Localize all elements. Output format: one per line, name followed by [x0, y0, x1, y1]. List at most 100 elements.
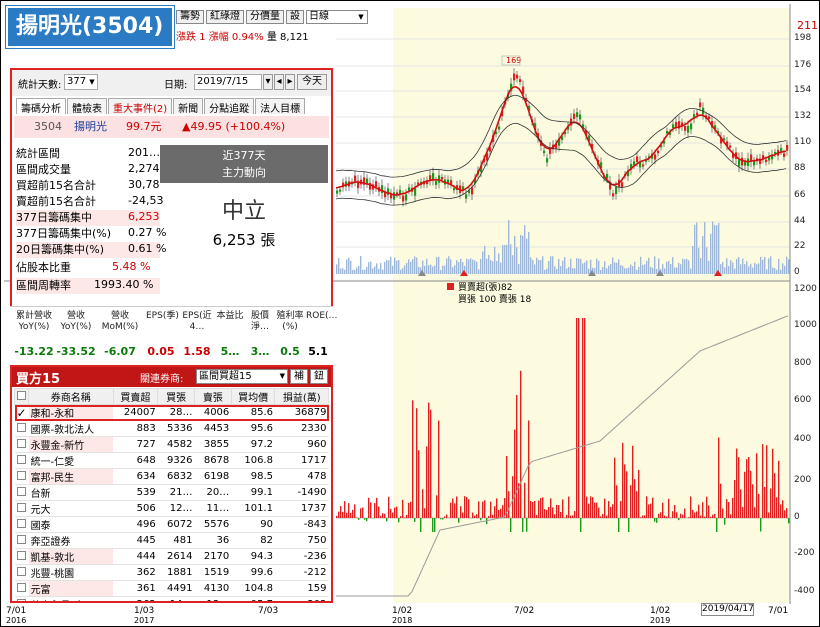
next-icon[interactable]: ▸ [285, 74, 295, 90]
chip-button[interactable]: 籌勢 [176, 10, 204, 24]
checkbox[interactable] [17, 470, 27, 480]
prev-icon[interactable]: ◂ [274, 74, 284, 90]
table-row[interactable]: ✓ 康和-永和 24007 28… 4006 85.6 36879 [14, 404, 329, 421]
col-avg[interactable]: 買均價 [230, 388, 276, 405]
candle-body [687, 125, 690, 133]
row-checkbox[interactable] [14, 564, 29, 581]
tab-institutional-target[interactable]: 法人目標 [255, 98, 306, 115]
row-checkbox[interactable] [14, 516, 29, 533]
net-bar [350, 512, 352, 518]
table-row[interactable]: 元大 506 12… 11… 101.1 1737 [14, 500, 329, 517]
volume-bar [480, 258, 482, 274]
table-row[interactable]: 兆豐-桃園 362 1881 1519 99.6 -212 [14, 564, 329, 581]
net-bar [344, 501, 346, 518]
cell-value: 97.2 [231, 436, 275, 453]
net-bar [766, 445, 768, 518]
table-row[interactable]: 國票-敦北法人 883 5336 4453 95.6 2330 [14, 420, 329, 437]
checkbox[interactable] [17, 486, 27, 496]
checkbox[interactable] [17, 550, 27, 560]
col-sell[interactable]: 賣張 [194, 388, 232, 405]
checkbox[interactable] [17, 422, 27, 432]
row-checkbox[interactable] [14, 580, 29, 597]
financial-value: 0.05 [147, 345, 175, 358]
cell-value: 5576 [194, 516, 232, 533]
checkbox[interactable] [17, 390, 27, 400]
net-bar [670, 517, 672, 518]
supplement-button[interactable]: 補 [290, 369, 308, 384]
x-year: 2017 [134, 616, 155, 625]
col-net[interactable]: 買賣超 [112, 388, 159, 405]
volume-bar [442, 265, 444, 274]
chevron-down-icon[interactable]: ▾ [263, 74, 273, 90]
x-tick: 7/01 [768, 606, 789, 616]
row-checkbox[interactable] [14, 532, 29, 549]
tab-health-check[interactable]: 體檢表 [67, 98, 107, 115]
volume-bar [532, 259, 534, 274]
checkbox[interactable] [17, 438, 27, 448]
tab-branch-tracking[interactable]: 分點追蹤 [204, 98, 255, 115]
col-broker[interactable]: 券商名稱 [28, 388, 114, 405]
cell-value: 20… [194, 484, 232, 501]
table-row[interactable]: 凱基-敦北 444 2614 2170 94.3 -236 [14, 548, 329, 565]
checkbox[interactable] [17, 518, 27, 528]
today-button[interactable]: 今天 [297, 74, 327, 90]
checkbox[interactable] [17, 502, 27, 512]
net-bar [732, 497, 734, 518]
table-row[interactable]: 奔亞證券 445 481 36 82 750 [14, 532, 329, 549]
net-bar [546, 509, 548, 518]
cell-value: 4491 [157, 580, 195, 597]
traffic-light-button[interactable]: 紅綠燈 [206, 10, 244, 24]
volume-bar [748, 266, 750, 274]
price-volume-button[interactable]: 分價量 [246, 10, 284, 24]
volume-bar [450, 259, 452, 274]
table-row[interactable]: 統一-仁愛 648 9326 8678 106.8 1717 [14, 452, 329, 469]
checkbox[interactable] [17, 566, 27, 576]
row-checkbox[interactable] [14, 548, 29, 565]
table-row[interactable]: 台新 539 21… 20… 99.1 -1490 [14, 484, 329, 501]
volume-tick: 600 [794, 395, 812, 405]
net-bar [662, 502, 664, 518]
net-bar [532, 501, 534, 518]
table-row[interactable]: 富邦-民生 634 6832 6198 98.5 478 [14, 468, 329, 485]
row-checkbox[interactable]: ✓ [14, 404, 29, 421]
checkbox[interactable] [17, 534, 27, 544]
days-select[interactable]: 377 ▼ [64, 74, 98, 90]
net-bar [442, 518, 444, 520]
row-checkbox[interactable] [14, 436, 29, 453]
volume-bar [722, 262, 724, 274]
row-checkbox[interactable] [14, 452, 29, 469]
tab-major-events[interactable]: 重大事件(2) [108, 98, 173, 115]
volume-bar [568, 267, 570, 274]
cell-value: 94.3 [231, 548, 275, 565]
settings-button[interactable]: 設 [286, 10, 304, 24]
tab-news[interactable]: 新聞 [173, 98, 204, 115]
row-checkbox[interactable] [14, 468, 29, 485]
net-bar [638, 469, 640, 518]
row-checkbox[interactable] [14, 420, 29, 437]
table-row[interactable]: 永豐金-新竹 727 4582 3855 97.2 960 [14, 436, 329, 453]
row-checkbox[interactable] [14, 500, 29, 517]
table-row[interactable]: 元富 361 4491 4130 104.8 159 [14, 580, 329, 597]
period-select[interactable]: 日線 ▼ [306, 10, 368, 24]
col-buy[interactable]: 買張 [157, 388, 195, 405]
net-bar [594, 502, 596, 518]
tab-chip-analysis[interactable]: 籌碼分析 [16, 98, 66, 115]
cell-value: 6198 [194, 468, 232, 485]
row-checkbox[interactable] [14, 484, 29, 501]
financial-header: ROE(… [306, 311, 338, 321]
net-bar [788, 518, 790, 524]
table-row[interactable]: 國泰 496 6072 5576 90 -843 [14, 516, 329, 533]
col-pnl[interactable]: 損益(萬) [274, 388, 329, 405]
row-checkbox[interactable] [14, 596, 29, 601]
checkbox[interactable] [17, 598, 27, 601]
button-2[interactable]: 鈕 [310, 369, 328, 384]
checkbox[interactable] [17, 582, 27, 592]
candle-body [405, 194, 408, 201]
filter-select[interactable]: 區間買超15 ▼ [196, 369, 288, 384]
select-all[interactable] [13, 388, 30, 405]
volume-tick: 800 [794, 358, 812, 368]
table-row[interactable]: 華南永昌-中正26214…13…95.7-202 [14, 596, 329, 601]
checkbox[interactable] [17, 454, 27, 464]
volume-bar [546, 268, 548, 274]
date-input[interactable]: 2019/7/15 [194, 74, 262, 90]
